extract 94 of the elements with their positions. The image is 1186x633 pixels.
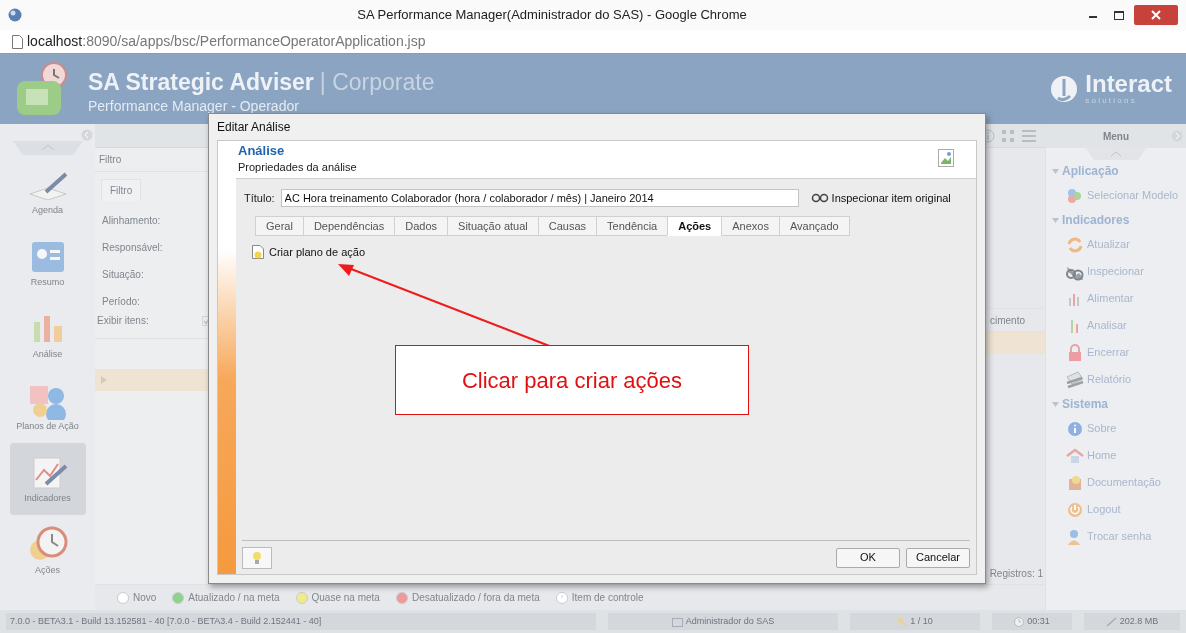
menu-item[interactable]: Selecionar Modelo bbox=[1052, 182, 1186, 209]
legend-label: Atualizado / na meta bbox=[188, 591, 280, 605]
home-icon bbox=[1066, 446, 1084, 465]
menu-item[interactable]: Documentação bbox=[1052, 469, 1186, 496]
nav-item[interactable]: Agenda bbox=[9, 155, 86, 227]
tab[interactable]: Causas bbox=[537, 216, 598, 236]
menu-item[interactable]: Analisar bbox=[1052, 312, 1186, 339]
menu-item[interactable]: Logout bbox=[1052, 496, 1186, 523]
power-icon bbox=[1066, 500, 1084, 519]
menu-item[interactable]: Sobre bbox=[1052, 415, 1186, 442]
brand-name: Interact bbox=[1085, 72, 1172, 96]
field-label: Título: bbox=[244, 190, 275, 206]
legend-label: Quase na meta bbox=[311, 591, 380, 605]
time-status: 00:31 bbox=[992, 613, 1072, 630]
tab[interactable]: Dados bbox=[394, 216, 449, 236]
collapse-triangle-icon bbox=[1052, 167, 1059, 175]
legend-label: Item de controle bbox=[571, 591, 644, 605]
field-label: Situação: bbox=[102, 268, 145, 282]
dialog-heading: Análise bbox=[238, 143, 286, 159]
inspect-link[interactable]: Inspecionar item original bbox=[810, 189, 951, 207]
legend-label: Desatualizado / fora da meta bbox=[411, 591, 540, 605]
expand-right-icon[interactable] bbox=[1171, 130, 1183, 142]
dialog-subheading: Propriedades da análise bbox=[238, 160, 357, 175]
tab[interactable]: Situação atual bbox=[447, 216, 539, 236]
window-title: SA Performance Manager(Administrador do SAS) - Google Chrome bbox=[356, 6, 748, 25]
info-icon bbox=[1066, 419, 1084, 438]
user-status: Administrador do SAS bbox=[608, 613, 838, 630]
tab[interactable]: Ações bbox=[667, 216, 723, 236]
scroll-up-icon[interactable] bbox=[1086, 148, 1146, 160]
brand-logo-icon bbox=[1049, 74, 1080, 104]
menu-section-header[interactable]: Aplicação bbox=[1052, 160, 1186, 182]
lock-icon bbox=[1066, 343, 1084, 362]
menu-item[interactable]: Home bbox=[1052, 442, 1186, 469]
column-header: cimento bbox=[990, 313, 1025, 328]
scroll-up-icon[interactable] bbox=[12, 141, 83, 155]
nav-item[interactable]: Análise bbox=[9, 299, 86, 371]
grid-icon[interactable] bbox=[1001, 128, 1015, 143]
tip-button[interactable] bbox=[242, 546, 272, 569]
menu-item[interactable]: Encerrar bbox=[1052, 339, 1186, 366]
glasses-icon bbox=[810, 193, 829, 203]
page-status: 1 / 10 bbox=[850, 613, 980, 630]
document-star-icon bbox=[252, 245, 264, 260]
nav-item[interactable]: Planos de Ação bbox=[9, 371, 86, 443]
field-label: Exibir itens: bbox=[97, 314, 149, 328]
tab[interactable]: Anexos bbox=[721, 216, 780, 236]
records-count: Registros: 1 bbox=[989, 566, 1043, 581]
key-icon bbox=[897, 616, 908, 627]
lightbulb-icon bbox=[252, 550, 262, 565]
nav-item[interactable]: Resumo bbox=[9, 227, 86, 299]
collapse-left-icon[interactable] bbox=[81, 129, 93, 141]
app-title: SA Strategic Adviser bbox=[88, 67, 314, 97]
app-subtitle: Performance Manager - Operador bbox=[88, 99, 300, 114]
tab[interactable]: Avançado bbox=[778, 216, 850, 236]
memory-status: 202.8 MB bbox=[1084, 613, 1180, 630]
close-icon[interactable] bbox=[1134, 5, 1178, 25]
dialog-button[interactable]: OK bbox=[836, 547, 900, 568]
tab[interactable]: Geral bbox=[255, 216, 304, 236]
tab[interactable]: Dependências bbox=[302, 216, 396, 236]
broken-image-icon bbox=[938, 149, 954, 167]
list-icon[interactable] bbox=[1021, 128, 1037, 143]
menu-item[interactable]: Atualizar bbox=[1052, 231, 1186, 258]
id-card-icon bbox=[671, 616, 683, 627]
menu-item[interactable]: Alimentar bbox=[1052, 285, 1186, 312]
expand-icon bbox=[101, 376, 107, 384]
filter-tab[interactable]: Filtro bbox=[101, 179, 142, 201]
clock-icon bbox=[1014, 616, 1025, 627]
tab[interactable]: Tendência bbox=[596, 216, 669, 236]
globe-icon bbox=[8, 8, 22, 22]
colored-circles-icon bbox=[1066, 186, 1084, 205]
address-bar[interactable]: localhost:8090/sa/apps/bsc/PerformanceOperatorApplication.jsp bbox=[27, 31, 426, 52]
nav-item[interactable]: Indicadores bbox=[9, 443, 86, 515]
app-edition: | Corporate bbox=[319, 67, 435, 97]
field-label: Responsável: bbox=[102, 241, 164, 255]
refresh-icon bbox=[1066, 235, 1084, 254]
legend-label: Novo bbox=[133, 591, 157, 605]
menu-item[interactable]: Relatório bbox=[1052, 366, 1186, 393]
field-label: Alinhamento: bbox=[102, 214, 162, 228]
menu-section-header[interactable]: Indicadores bbox=[1052, 209, 1186, 231]
collapse-triangle-icon bbox=[1052, 216, 1059, 224]
menu-item[interactable]: Inspecionar bbox=[1052, 258, 1186, 285]
annotation-callout: Clicar para criar ações bbox=[395, 345, 749, 415]
menu-item[interactable]: Trocar senha bbox=[1052, 523, 1186, 550]
menu-title: Menu bbox=[1102, 129, 1130, 144]
collapse-triangle-icon bbox=[1052, 400, 1059, 408]
build-info: 7.0.0 - BETA3.1 - Build 13.152581 - 40 [7.0.0 - BETA3.4 - Build 2.152441 - 40] bbox=[6, 613, 596, 630]
page-icon bbox=[12, 34, 23, 49]
title-field[interactable]: AC Hora treinamento Colaborador (hora / colaborador / mês) | Janeiro 2014 bbox=[280, 189, 799, 207]
field-label: Período: bbox=[102, 295, 141, 309]
nav-item[interactable]: Ações bbox=[9, 515, 86, 587]
menu-section-header[interactable]: Sistema bbox=[1052, 393, 1186, 415]
create-action-plan-link[interactable]: Criar plano de ação bbox=[252, 236, 976, 261]
paper-icon bbox=[1066, 370, 1084, 389]
dialog-button[interactable]: Cancelar bbox=[906, 547, 970, 568]
dialog-title: Editar Análise bbox=[216, 119, 292, 136]
